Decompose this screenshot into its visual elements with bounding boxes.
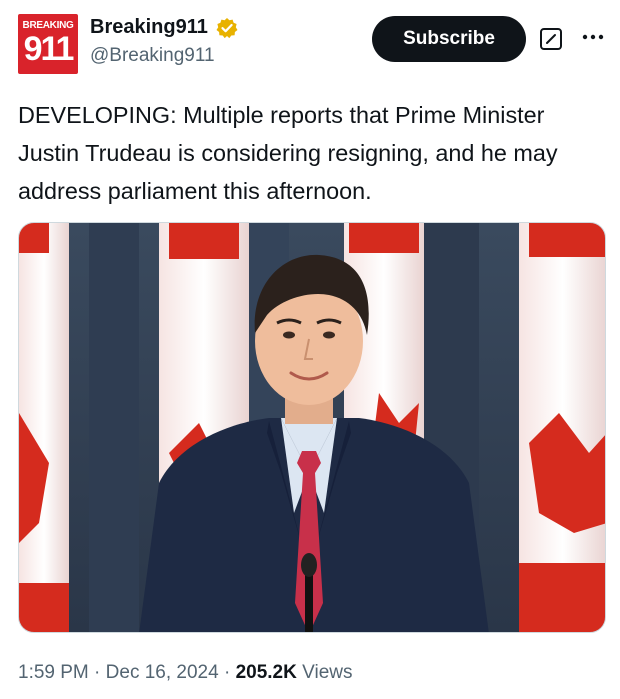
tweet-header: BREAKING 911 Breaking911 @Breaking911 Su… [18, 14, 608, 76]
tweet-text: DEVELOPING: Multiple reports that Prime … [18, 102, 558, 204]
meta-separator: · [223, 662, 231, 683]
verified-badge-icon [216, 17, 238, 39]
tweet-date[interactable]: Dec 16, 2024 [106, 662, 219, 683]
tweet-metadata: 1:59 PM · Dec 16, 2024 · 205.2K Views [18, 662, 352, 684]
grok-icon[interactable] [540, 28, 562, 50]
views-count[interactable]: 205.2K [236, 662, 297, 683]
author-info: Breaking911 @Breaking911 [90, 16, 238, 67]
display-name[interactable]: Breaking911 [90, 16, 208, 39]
tweet-time[interactable]: 1:59 PM [18, 662, 89, 683]
avatar-logo-number: 911 [23, 30, 75, 68]
meta-separator: · [94, 662, 101, 683]
handle[interactable]: @Breaking911 [90, 45, 238, 67]
tweet-photo[interactable] [18, 222, 606, 633]
views-label: Views [302, 662, 353, 683]
subscribe-button[interactable]: Subscribe [372, 16, 526, 62]
avatar[interactable]: BREAKING 911 [18, 14, 78, 74]
more-horizontal-icon[interactable] [578, 22, 608, 52]
